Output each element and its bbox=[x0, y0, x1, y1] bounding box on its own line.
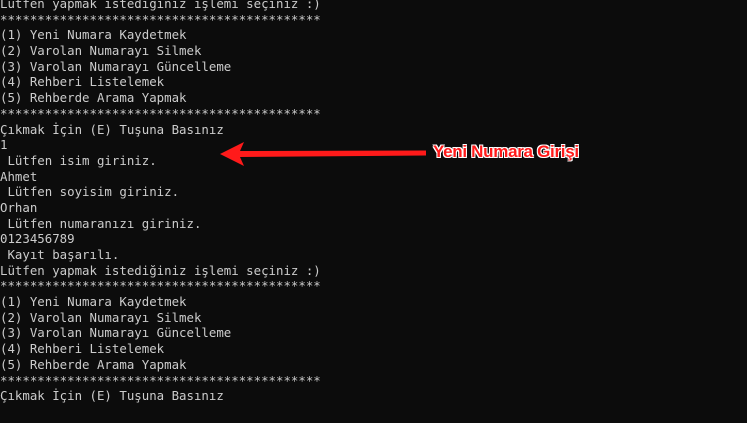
console-line: (4) Rehberi Listelemek bbox=[0, 74, 165, 90]
console-output[interactable]: Lütfen yapmak istediğiniz işlemi seçiniz… bbox=[0, 0, 747, 419]
console-line: ****************************************… bbox=[0, 278, 321, 294]
console-line: Kayıt başarılı. bbox=[0, 247, 120, 262]
console-line: Lütfen soyisim giriniz. bbox=[0, 184, 180, 200]
console-line: (5) Rehberde Arama Yapmak bbox=[0, 356, 187, 372]
console-line: Çıkmak İçin (E) Tuşuna Basınız bbox=[0, 388, 224, 404]
console-line: (1) Yeni Numara Kaydetmek bbox=[0, 27, 187, 43]
console-line: ****************************************… bbox=[0, 11, 321, 27]
console-line: (2) Varolan Numarayı Silmek bbox=[0, 43, 202, 59]
console-line: ****************************************… bbox=[0, 105, 321, 121]
console-line: (2) Varolan Numarayı Silmek bbox=[0, 309, 202, 325]
annotation-label: Yeni Numara Girişi bbox=[433, 142, 579, 161]
console-line: Lütfen yapmak istediğiniz işlemi seçiniz… bbox=[0, 262, 321, 278]
console-line: (1) Yeni Numara Kaydetmek bbox=[0, 294, 187, 310]
console-line: (3) Varolan Numarayı Güncelleme bbox=[0, 325, 232, 341]
console-line: (5) Rehberde Arama Yapmak bbox=[0, 90, 187, 106]
console-line: (4) Rehberi Listelemek bbox=[0, 341, 165, 357]
console-line: (3) Varolan Numarayı Güncelleme bbox=[0, 58, 232, 74]
console-line: Lütfen numaranızı giriniz. bbox=[0, 215, 202, 231]
console-line: 0123456789 bbox=[0, 231, 75, 247]
console-line: Orhan bbox=[0, 199, 38, 215]
console-line: Çıkmak İçin (E) Tuşuna Basınız bbox=[0, 121, 224, 137]
console-line: ****************************************… bbox=[0, 372, 321, 388]
console-line: Lütfen yapmak istediğiniz işlemi seçiniz… bbox=[0, 0, 321, 11]
